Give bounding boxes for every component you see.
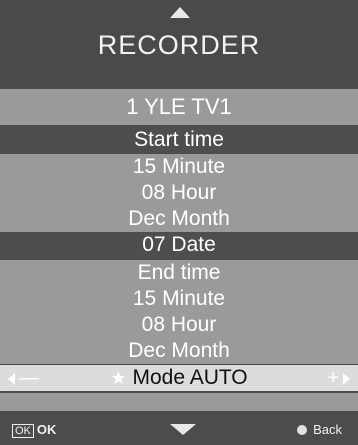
start-hour-row[interactable]: 08 Hour (0, 180, 358, 206)
back-label: Back (313, 422, 342, 437)
page-title: RECORDER (97, 30, 261, 60)
down-arrow-icon[interactable] (170, 424, 196, 435)
ok-hint[interactable]: OK OK (12, 422, 56, 438)
mode-increase[interactable]: + (327, 365, 350, 391)
star-icon: ★ (110, 368, 127, 388)
back-dot-icon (297, 425, 308, 435)
end-minute-row[interactable]: 15 Minute (0, 286, 358, 312)
ok-key-icon: OK (12, 424, 34, 438)
ok-label: OK (36, 422, 57, 437)
mode-label: Mode AUTO (132, 366, 248, 389)
end-month-row[interactable]: Dec Month (0, 338, 358, 364)
footer: OK OK Back (0, 412, 358, 445)
start-time-heading: Start time (0, 127, 358, 153)
left-arrow-icon (8, 372, 15, 385)
minus-icon: — (19, 367, 39, 389)
back-hint[interactable]: Back (297, 422, 342, 437)
end-time-heading: End time (0, 260, 358, 286)
channel-row[interactable]: 1 YLE TV1 (0, 89, 358, 125)
start-month-row[interactable]: Dec Month (0, 206, 358, 232)
end-hour-row[interactable]: 08 Hour (0, 312, 358, 338)
start-date-row[interactable]: 07 Date (0, 232, 358, 258)
mode-row[interactable]: — ★ Mode AUTO + (0, 365, 358, 391)
mode-decrease[interactable]: — (8, 365, 39, 391)
recorder-menu: RECORDER 1 YLE TV1 Start time 15 Minute … (0, 0, 358, 445)
header: RECORDER (0, 0, 358, 82)
right-arrow-icon (343, 372, 350, 385)
empty-row (0, 393, 358, 411)
start-minute-row[interactable]: 15 Minute (0, 154, 358, 180)
up-arrow-icon[interactable] (170, 7, 190, 18)
plus-icon: + (327, 367, 339, 389)
